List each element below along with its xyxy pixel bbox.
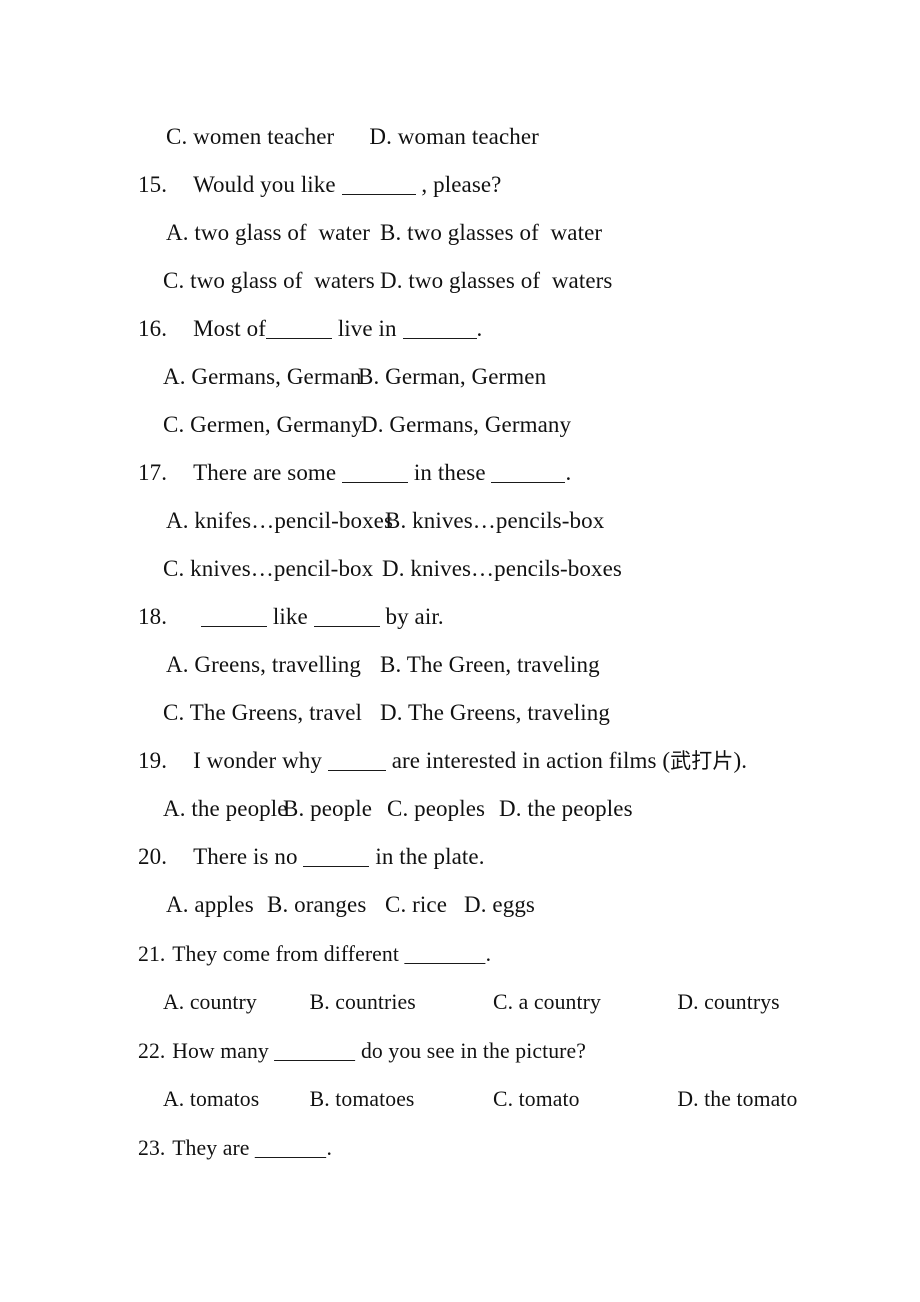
question-20-option-d[interactable]: D. eggs (464, 892, 535, 917)
question-21-option-d[interactable]: D. countrys (677, 989, 779, 1014)
question-22-stem: 22. How many do you see in the picture? (138, 1038, 586, 1064)
question-22-option-b[interactable]: B. tomatoes (310, 1086, 493, 1112)
question-23-number: 23. (138, 1135, 166, 1160)
question-20-options: A. apples B. oranges C. rice D. eggs (166, 892, 535, 918)
question-15-blank (341, 180, 416, 195)
question-23-text-before: They are (172, 1135, 256, 1160)
question-21-text-after: . (485, 941, 492, 966)
question-20-stem: 20. There is no in the plate. (138, 844, 485, 870)
question-20-option-a[interactable]: A. apples (166, 892, 267, 918)
question-19-options: A. the peopleB. people C. peoples D. the p… (163, 796, 633, 822)
question-17-options-ab: A. knifes…pencil-boxesB. knives…pencils-… (166, 508, 604, 534)
question-19-number: 19. (138, 748, 168, 773)
question-16-text-after: . (476, 316, 483, 341)
question-18-options-cd: C. The Greens, travel D. The Greens, trav… (163, 700, 610, 726)
question-15-text-before: Would you like (193, 172, 342, 197)
question-22-options: A. tomatos B. tomatoes C. tomato D. the tom… (163, 1086, 797, 1112)
question-22-option-a[interactable]: A. tomatos (163, 1086, 310, 1112)
question-15-option-d[interactable]: D. two glasses of waters (380, 268, 612, 293)
question-20-blank (303, 852, 370, 867)
question-17-option-c[interactable]: C. knives…pencil-box (163, 556, 382, 582)
question-21-option-c[interactable]: C. a country (493, 989, 677, 1015)
question-16-number: 16. (138, 316, 168, 341)
question-17-blank-2 (491, 468, 566, 483)
question-22-text-before: How many (172, 1038, 275, 1063)
question-19-option-a[interactable]: A. the people (163, 796, 287, 822)
question-21-option-a[interactable]: A. country (163, 989, 310, 1015)
question-20-number: 20. (138, 844, 168, 869)
question-18-option-b[interactable]: B. The Green, traveling (380, 652, 600, 677)
worksheet-page: C. women teacher D. woman teacher 15. Wou… (0, 0, 920, 1302)
question-23-text-after: . (326, 1135, 332, 1160)
question-21-stem: 21. They come from different . (138, 941, 491, 967)
question-19-option-b[interactable]: B. people (283, 796, 387, 822)
question-18-text-after: by air. (379, 604, 444, 629)
question-18-stem: 18. like by air. (138, 604, 444, 630)
question-18-option-a[interactable]: A. Greens, travelling (166, 652, 380, 678)
question-15-option-a[interactable]: A. two glass of water (166, 220, 380, 246)
question-16-text-middle: live in (331, 316, 403, 341)
question-18-text-middle: like (267, 604, 314, 629)
question-22-text-after: do you see in the picture? (355, 1038, 586, 1063)
question-18-blank-2 (313, 612, 380, 627)
question-17-text-before: There are some (193, 460, 343, 485)
question-18-option-c[interactable]: C. The Greens, travel (163, 700, 380, 726)
question-16-options-cd: C. Germen, GermanyD. Germans, Germany (163, 412, 571, 438)
question-15-option-b[interactable]: B. two glasses of water (380, 220, 602, 245)
question-21-option-b[interactable]: B. countries (310, 989, 493, 1015)
question-17-option-a[interactable]: A. knifes…pencil-boxes (166, 508, 393, 534)
question-23-blank (255, 1143, 327, 1158)
question-16-option-b[interactable]: B. German, Germen (358, 364, 546, 389)
question-20-text-before: There is no (193, 844, 304, 869)
question-21-blank (404, 949, 486, 964)
question-19-blank (327, 756, 386, 771)
question-20-text-after: in the plate. (369, 844, 485, 869)
question-18-options-ab: A. Greens, travelling B. The Green, trave… (166, 652, 600, 678)
question-20-option-c[interactable]: C. rice (385, 892, 464, 918)
question-15-text-after: , please? (415, 172, 502, 197)
question-15-options-cd: C. two glass of waters D. two glasses of … (163, 268, 612, 294)
question-17-text-after: . (565, 460, 572, 485)
question-19-text-end: ). (733, 748, 748, 773)
question-15-option-c[interactable]: C. two glass of waters (163, 268, 380, 294)
question-17-text-middle: in these (408, 460, 492, 485)
question-17-option-d[interactable]: D. knives…pencils-boxes (382, 556, 622, 581)
question-14-options-cd: C. women teacher D. woman teacher (166, 124, 539, 149)
question-17-blank-1 (342, 468, 409, 483)
question-16-blank-2 (402, 324, 477, 339)
question-18-option-d[interactable]: D. The Greens, traveling (380, 700, 610, 725)
question-22-blank (274, 1046, 356, 1061)
question-18-number: 18. (138, 604, 168, 629)
question-16-option-a[interactable]: A. Germans, German (163, 364, 361, 390)
question-21-number: 21. (138, 941, 166, 966)
question-16-option-c[interactable]: C. Germen, Germany (163, 412, 363, 438)
question-19-stem: 19. I wonder why are interested in action… (138, 748, 747, 774)
question-22-option-d[interactable]: D. the tomato (677, 1086, 797, 1111)
question-17-stem: 17. There are some in these . (138, 460, 571, 486)
question-16-blank-1 (265, 324, 332, 339)
question-16-stem: 16. Most of live in . (138, 316, 482, 342)
question-19-chinese-gloss: 武打片 (670, 749, 734, 773)
question-22-option-c[interactable]: C. tomato (493, 1086, 677, 1112)
question-21-options: A. country B. countries C. a country D. cou… (163, 989, 780, 1015)
question-16-text-before: Most of (193, 316, 266, 341)
question-15-number: 15. (138, 172, 168, 197)
question-18-blank-1 (201, 612, 268, 627)
question-16-options-ab: A. Germans, GermanB. German, Germen (163, 364, 546, 390)
question-17-option-b[interactable]: B. knives…pencils-box (385, 508, 604, 533)
question-21-text-before: They come from different (172, 941, 405, 966)
question-19-option-d[interactable]: D. the peoples (499, 796, 633, 821)
question-16-option-d[interactable]: D. Germans, Germany (361, 412, 571, 437)
question-17-options-cd: C. knives…pencil-box D. knives…pencils-bo… (163, 556, 622, 582)
question-15-stem: 15. Would you like , please? (138, 172, 502, 198)
question-17-number: 17. (138, 460, 168, 485)
question-19-text-before: I wonder why (193, 748, 328, 773)
question-15-options-ab: A. two glass of water B. two glasses of w… (166, 220, 602, 246)
question-22-number: 22. (138, 1038, 166, 1063)
question-19-text-after: are interested in action films ( (385, 748, 671, 773)
question-23-stem: 23. They are . (138, 1135, 332, 1161)
question-20-option-b[interactable]: B. oranges (267, 892, 385, 918)
question-19-option-c[interactable]: C. peoples (387, 796, 499, 822)
